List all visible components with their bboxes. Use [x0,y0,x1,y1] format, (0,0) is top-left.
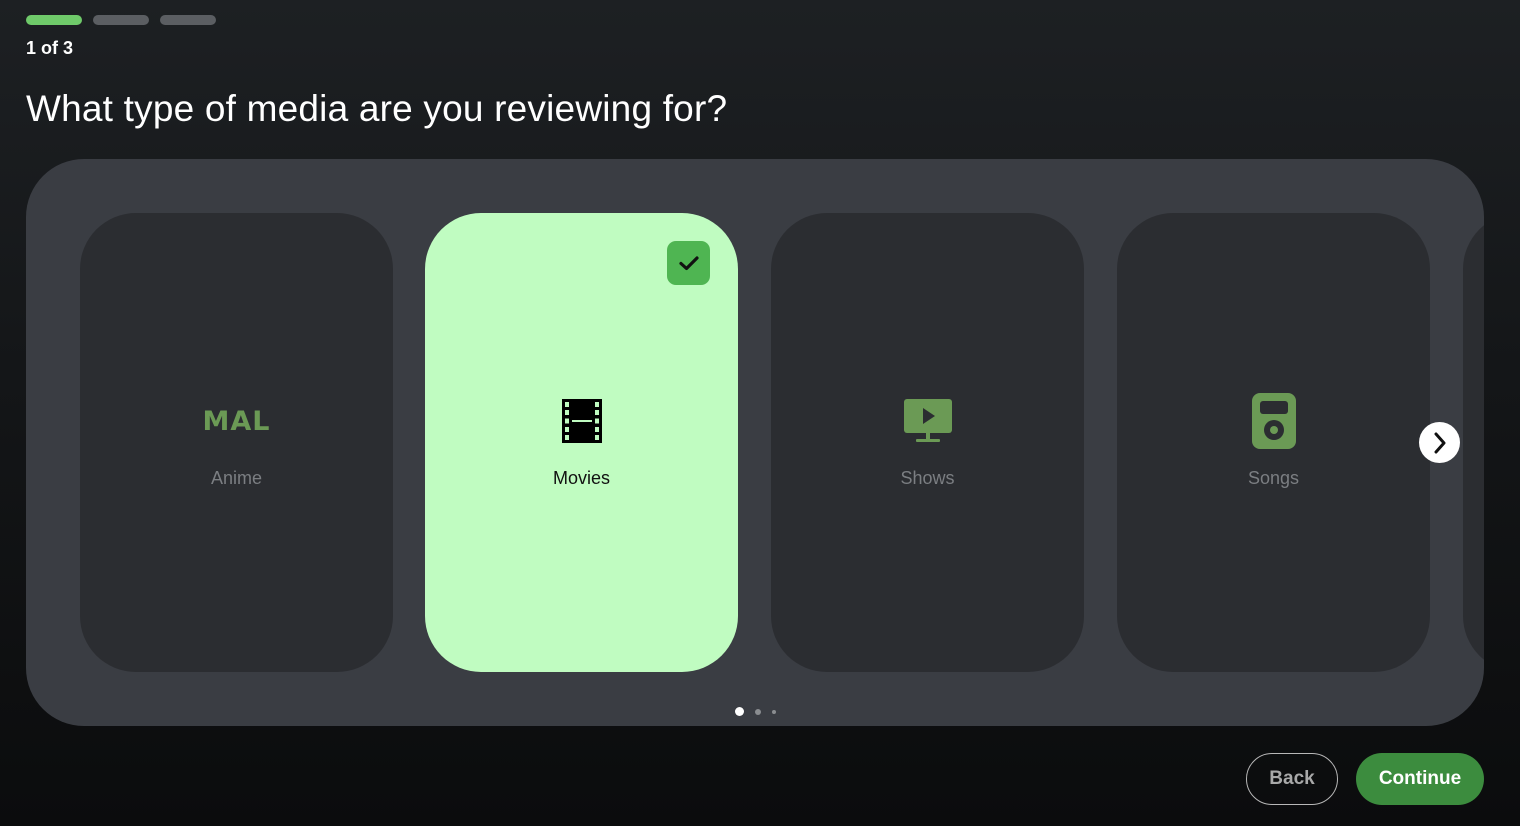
option-card-anime[interactable]: MAL Anime [80,213,393,672]
option-card-movies[interactable]: Movies [425,213,738,672]
page-dot-3[interactable] [771,709,776,714]
step-counter: 1 of 3 [26,38,74,58]
back-button[interactable]: Back [1246,753,1338,805]
option-card-shows[interactable]: Shows [771,213,1084,672]
mal-logo-icon: MAL [203,393,270,449]
chevron-right-icon [1434,432,1445,453]
continue-button[interactable]: Continue [1356,753,1484,805]
tv-play-icon [898,393,958,449]
option-card-songs[interactable]: Songs [1117,213,1430,672]
progress-segment-3 [160,15,216,25]
checkmark-icon [678,256,699,271]
media-type-carousel: MAL Anime Movies Shows Songs [26,159,1484,726]
option-label-shows: Shows [900,468,955,488]
page-dot-1[interactable] [734,707,744,716]
progress-segment-1 [26,15,82,25]
music-player-icon [1244,393,1304,449]
option-card-partial[interactable] [1463,213,1484,672]
question-title: What type of media are you reviewing for… [26,88,728,129]
mal-logo-text: MAL [202,405,271,437]
film-icon [552,393,612,449]
progress-indicator [26,15,216,25]
page-dot-2[interactable] [754,708,761,715]
option-label-movies: Movies [552,468,610,488]
progress-segment-2 [93,15,149,25]
option-label-anime: Anime [210,468,263,488]
option-label-songs: Songs [1247,468,1300,488]
carousel-pagination [26,707,1484,716]
carousel-next-button[interactable] [1419,422,1460,463]
selected-check-badge [667,241,710,285]
